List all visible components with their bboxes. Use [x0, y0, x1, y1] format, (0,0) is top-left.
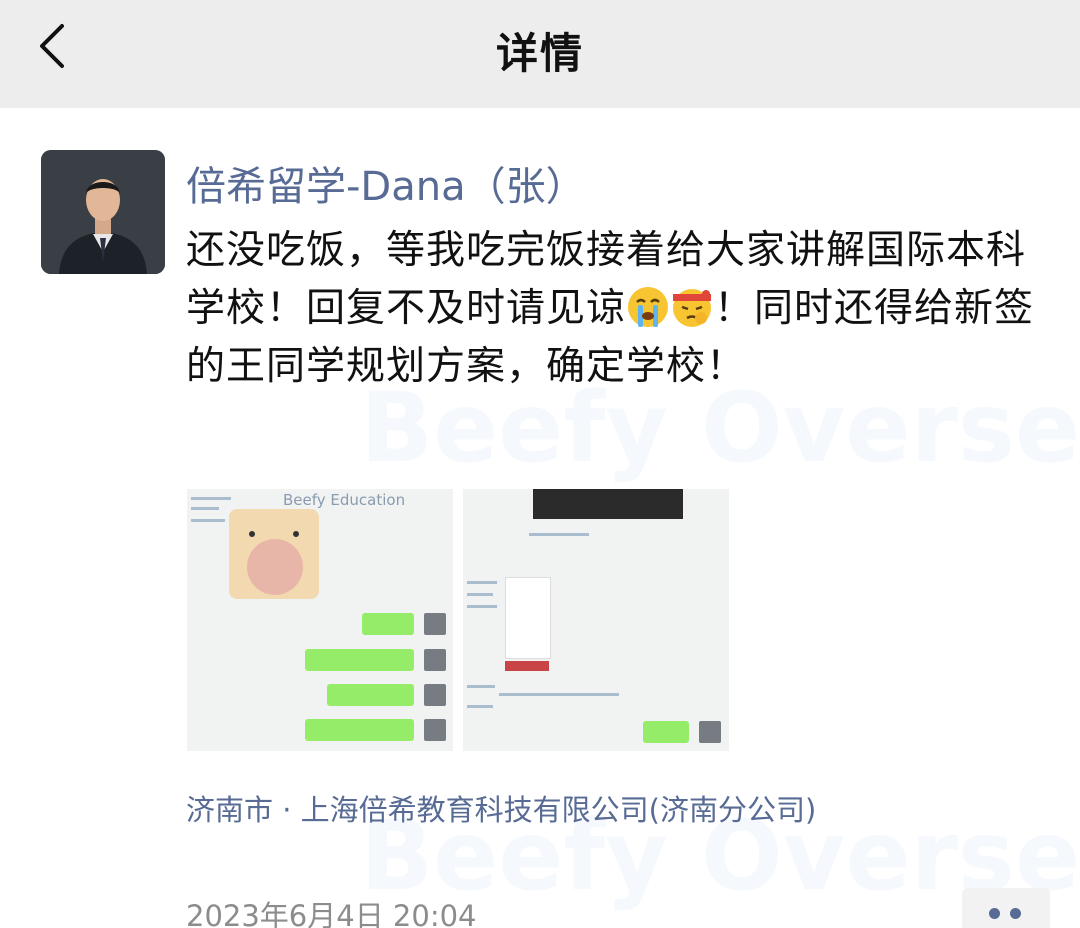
post-location[interactable]: 济南市 · 上海倍希教育科技有限公司(济南分公司): [186, 787, 816, 829]
more-actions-button[interactable]: [962, 888, 1050, 928]
chat-text-line: [467, 593, 493, 596]
avatar[interactable]: [41, 150, 165, 274]
chat-text-line: [191, 519, 225, 522]
page-title: 详情: [495, 29, 584, 78]
chat-bubble: [305, 649, 414, 671]
chat-avatar: [424, 613, 446, 635]
post-timestamp: 2023年6月4日 20:04: [186, 899, 477, 928]
image-caption: Beefy Education: [283, 491, 406, 509]
moments-detail-page: Beefy Overseas Beefy Overseas 详情 倍希留学-Da…: [0, 0, 1080, 928]
chat-text-line: [529, 533, 589, 536]
chat-text-line: [191, 497, 231, 500]
chat-text-line: [467, 705, 493, 708]
chat-avatar: [424, 649, 446, 671]
post-image-1[interactable]: Beefy Education: [187, 489, 453, 751]
chat-text-line: [499, 693, 619, 696]
post-image-2[interactable]: [463, 489, 729, 751]
navigation-bar: 详情: [0, 0, 1080, 108]
author-name[interactable]: 倍希留学-Dana（张）: [186, 154, 586, 212]
chat-text-line: [467, 581, 497, 584]
chat-card: [505, 577, 551, 659]
chat-avatar: [699, 721, 721, 743]
avatar-portrait-icon: [41, 150, 165, 274]
chat-bubble: [643, 721, 689, 743]
chat-text-line: [467, 605, 497, 608]
chat-avatar: [424, 684, 446, 706]
video-thumbnail: [533, 489, 683, 519]
sticker-image: [229, 509, 319, 599]
chat-text-line: [467, 685, 495, 688]
chat-text-line: [191, 507, 219, 510]
chat-bubble: [327, 684, 414, 706]
chat-avatar: [424, 719, 446, 741]
chat-bubble: [305, 719, 414, 741]
crying-face-icon: [626, 285, 670, 329]
headband-face-icon: [670, 285, 714, 329]
chat-bubble: [362, 613, 414, 635]
post-content: 还没吃饭，等我吃完饭接着给大家讲解国际本科学校！回复不及时请见谅 ！同时还得给新…: [186, 222, 1046, 396]
chat-card-red: [505, 661, 549, 671]
